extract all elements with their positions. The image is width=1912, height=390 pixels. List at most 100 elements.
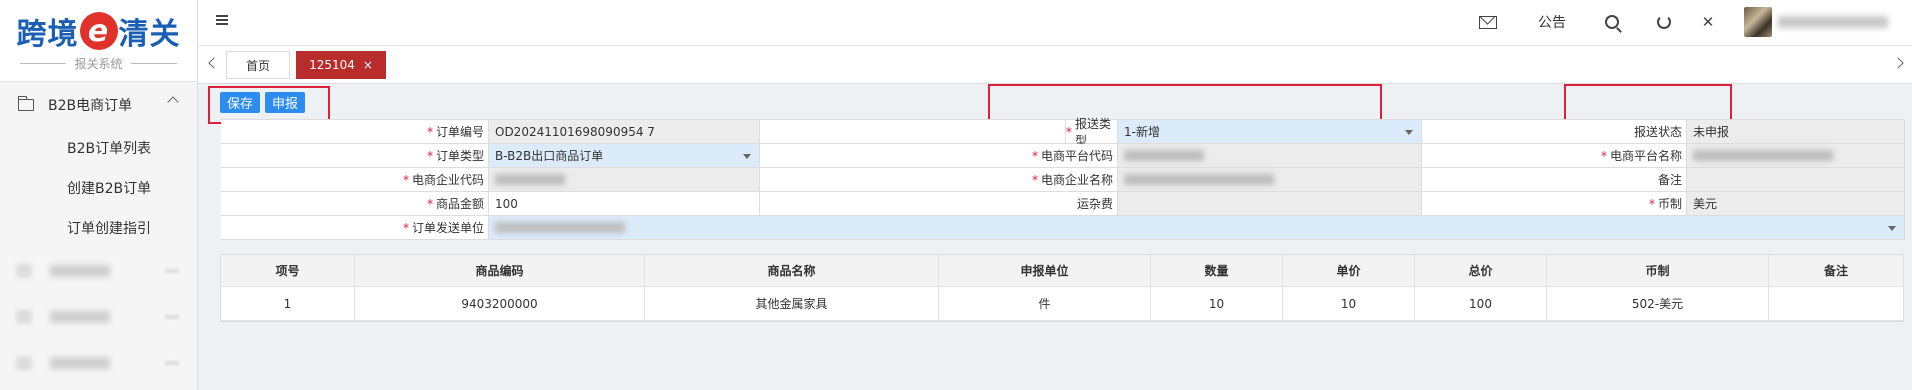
platform-code-field[interactable]	[1118, 144, 1422, 168]
blurred-value	[495, 222, 625, 233]
chevron-down-icon	[743, 154, 751, 159]
blurred-value	[1124, 174, 1274, 185]
username-blurred[interactable]	[1778, 16, 1888, 28]
refresh-icon	[1657, 15, 1671, 29]
sender-select[interactable]	[489, 216, 1905, 240]
enterprise-code-field[interactable]	[489, 168, 760, 192]
table-cell: 502-美元	[1547, 287, 1769, 321]
column-header[interactable]: 数量	[1151, 255, 1283, 287]
enterprise-name-field[interactable]	[1118, 168, 1422, 192]
freight-field[interactable]	[1118, 192, 1422, 216]
sidebar-item-create-b2b-order[interactable]: 创建B2B订单	[0, 168, 197, 208]
order-type-select[interactable]: B-B2B出口商品订单	[489, 144, 760, 168]
form-row: * 订单类型 B-B2B出口商品订单 * 电商平台代码 * 电商平台名称	[221, 144, 1905, 168]
declare-type-select[interactable]: 1-新增	[1118, 120, 1422, 144]
top-header: 公告 ✕	[198, 0, 1912, 46]
column-header[interactable]: 商品编码	[355, 255, 645, 287]
folder-open-icon	[17, 96, 34, 111]
currency-field[interactable]: 美元	[1687, 192, 1905, 216]
table-cell: 件	[939, 287, 1151, 321]
goods-table: 项号 商品编码 商品名称 申报单位 数量 单价 总价 币制 备注 1 94032…	[220, 254, 1904, 322]
sidebar-item-order-guide[interactable]: 订单创建指引	[0, 208, 197, 248]
enterprise-code-label: * 电商企业代码	[221, 168, 489, 192]
app-logo: 跨境 e 清关 报关系统	[0, 0, 197, 82]
logo-subtitle-text: 报关系统	[74, 57, 123, 71]
column-header[interactable]: 商品名称	[645, 255, 939, 287]
blurred-icon	[16, 356, 32, 370]
form-row: * 电商企业代码 * 电商企业名称 备注	[221, 168, 1905, 192]
order-type-label: * 订单类型	[221, 144, 489, 168]
column-header[interactable]: 备注	[1769, 255, 1903, 287]
column-header[interactable]: 总价	[1415, 255, 1547, 287]
table-cell: 9403200000	[355, 287, 645, 321]
platform-name-field[interactable]	[1687, 144, 1905, 168]
sidebar-item-b2b-order-list[interactable]: B2B订单列表	[0, 128, 197, 168]
fullscreen-icon: ✕	[1701, 13, 1715, 31]
declare-status-label: 报送状态	[1422, 120, 1687, 144]
sidebar-group-b2b-orders[interactable]: B2B电商订单	[0, 82, 197, 128]
mail-button[interactable]	[1472, 0, 1504, 44]
sidebar-item-blurred[interactable]	[0, 294, 197, 340]
refresh-button[interactable]	[1648, 0, 1680, 44]
sidebar-item-blurred[interactable]	[0, 248, 197, 294]
chevron-icon	[165, 315, 179, 319]
column-header[interactable]: 单价	[1283, 255, 1415, 287]
column-header[interactable]: 币制	[1547, 255, 1769, 287]
fullscreen-button[interactable]: ✕	[1692, 0, 1724, 44]
table-header-row: 项号 商品编码 商品名称 申报单位 数量 单价 总价 币制 备注	[221, 255, 1903, 287]
tab-label: 首页	[245, 58, 270, 73]
order-no-field: OD20241101698090954 7	[489, 120, 760, 144]
blurred-label	[50, 311, 110, 323]
table-cell	[1769, 287, 1903, 321]
tab-order-125104[interactable]: 125104 ×	[296, 51, 386, 79]
sidebar-item-label: B2B订单列表	[67, 141, 152, 157]
blurred-icon	[16, 264, 32, 278]
save-label: 保存	[226, 97, 253, 112]
tab-home[interactable]: 首页	[226, 51, 290, 79]
table-row[interactable]: 1 9403200000 其他金属家具 件 10 10 100 502-美元	[221, 287, 1903, 321]
logo-divider	[20, 63, 67, 64]
search-button[interactable]	[1596, 0, 1628, 44]
currency-label: * 币制	[1422, 192, 1687, 216]
submit-label: 申报	[271, 97, 298, 112]
platform-name-label: * 电商平台名称	[1422, 144, 1687, 168]
tabs-bar: 首页 125104 ×	[198, 46, 1912, 84]
table-cell: 10	[1151, 287, 1283, 321]
menu-toggle-icon[interactable]	[216, 15, 228, 25]
tabs-scroll-right-icon[interactable]	[1892, 57, 1904, 69]
remark-field[interactable]	[1687, 168, 1905, 192]
logo-wordmark: 跨境 e 清关	[17, 9, 181, 53]
sidebar: 跨境 e 清关 报关系统 B2B电商订单 B2B订单列表 创建B2B订单 订单创…	[0, 0, 198, 390]
goods-amount-label: * 商品金额	[221, 192, 489, 216]
chevron-icon	[165, 269, 179, 273]
chevron-down-icon	[1405, 130, 1413, 135]
table-cell: 100	[1415, 287, 1547, 321]
form-row: * 订单编号 OD20241101698090954 7 * 报送类型 1-新增 报…	[221, 117, 1905, 148]
sidebar-group-label: B2B电商订单	[48, 98, 133, 114]
empty-cell	[760, 120, 1066, 144]
logo-divider	[130, 63, 177, 64]
logo-subtitle: 报关系统	[12, 55, 184, 72]
column-header[interactable]: 项号	[221, 255, 355, 287]
tabs-scroll-left-icon[interactable]	[208, 57, 220, 69]
sidebar-item-label: 创建B2B订单	[67, 181, 152, 197]
freight-label: 运杂费	[760, 192, 1118, 216]
save-button[interactable]: 保存	[220, 92, 260, 113]
sender-label: * 订单发送单位	[221, 216, 489, 240]
tab-close-icon[interactable]: ×	[363, 58, 373, 72]
sidebar-item-blurred[interactable]	[0, 340, 197, 386]
announcement-label: 公告	[1538, 15, 1566, 31]
blurred-value	[1124, 150, 1204, 161]
goods-amount-field[interactable]: 100	[489, 192, 760, 216]
declare-type-label: * 报送类型	[1066, 117, 1118, 148]
table-cell: 10	[1283, 287, 1415, 321]
column-header[interactable]: 申报单位	[939, 255, 1151, 287]
submit-button[interactable]: 申报	[265, 92, 305, 113]
logo-text-part2: 清关	[118, 17, 181, 52]
blurred-value	[1693, 150, 1833, 161]
announcement-button[interactable]: 公告	[1530, 0, 1574, 44]
chevron-down-icon	[1888, 226, 1896, 231]
search-icon	[1605, 15, 1619, 29]
avatar[interactable]	[1744, 7, 1772, 37]
blurred-label	[50, 357, 110, 369]
